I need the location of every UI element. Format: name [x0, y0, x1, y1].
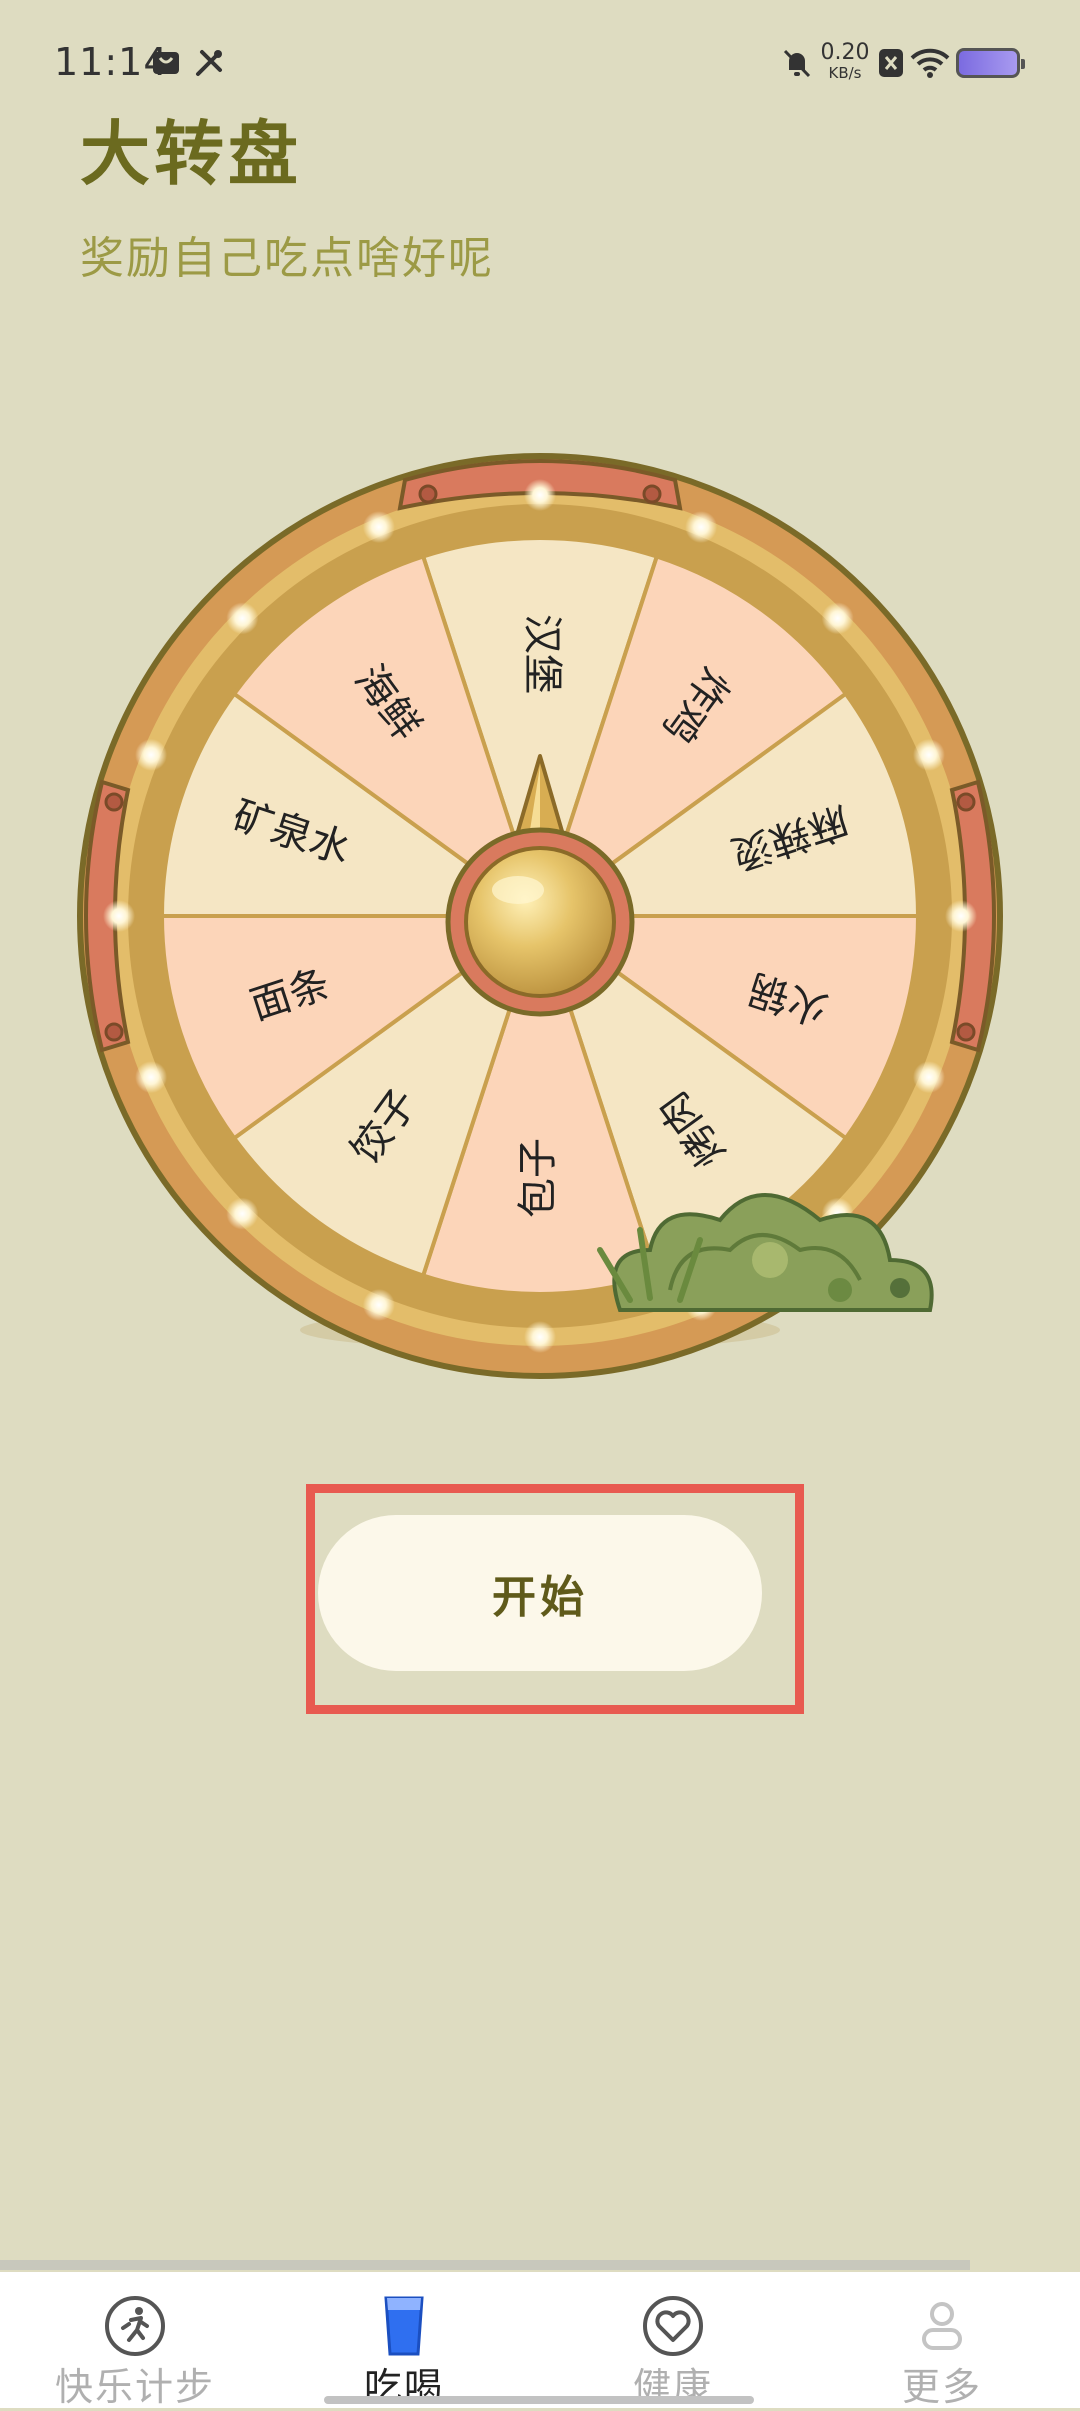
rim-light — [912, 738, 945, 771]
nav-item-more[interactable]: 更多 — [842, 2294, 1042, 2409]
no-sim-icon — [876, 46, 912, 80]
wheel-hub — [445, 827, 635, 1017]
wheel-segment-label: 包子 — [515, 1138, 561, 1218]
start-button[interactable]: 开始 — [318, 1515, 762, 1671]
rim-light — [945, 900, 977, 932]
rim-light — [103, 900, 135, 932]
page-subtitle: 奖励自己吃点啥好呢 — [80, 233, 494, 284]
prize-wheel-graphic: 汉堡炸鸡麻辣烫火锅烤肉包子饺子面条矿泉水海鲜 — [77, 453, 1003, 1379]
water-glass-icon — [372, 2294, 436, 2358]
bottom-nav: 快乐计步 吃喝 健康 更多 — [0, 2272, 1080, 2409]
tools-icon — [192, 46, 228, 80]
rim-light — [685, 511, 718, 544]
rim-light — [821, 602, 854, 635]
prize-wheel[interactable]: 汉堡 炸鸡 麻辣烫 火锅 烤肉 包子 饺子 面条 矿泉水 海鲜 — [40, 430, 1040, 1410]
rim-light — [135, 738, 168, 771]
net-speed: 0.20 KB/s — [820, 42, 870, 81]
page-title: 大转盘 — [80, 113, 302, 195]
rim-light — [912, 1061, 945, 1094]
nav-item-more-label: 更多 — [901, 2365, 982, 2409]
rim-light — [135, 1061, 168, 1094]
nav-item-steps-label: 快乐计步 — [54, 2365, 215, 2409]
rim-light — [524, 479, 556, 511]
rim-light — [226, 1197, 259, 1230]
nav-item-eat-drink[interactable]: 吃喝 — [304, 2294, 504, 2409]
mute-icon — [780, 46, 816, 80]
rim-light — [362, 511, 395, 544]
rim-light — [362, 1288, 395, 1321]
bag-icon — [150, 46, 186, 80]
rim-light — [524, 1321, 556, 1353]
nav-divider — [0, 2260, 970, 2270]
battery-icon — [956, 48, 1025, 78]
nav-item-health[interactable]: 健康 — [573, 2294, 773, 2409]
wifi-icon — [910, 46, 950, 80]
net-speed-unit: KB/s — [828, 64, 862, 82]
person-icon — [910, 2294, 974, 2358]
nav-item-steps[interactable]: 快乐计步 — [35, 2294, 235, 2409]
heart-icon — [641, 2294, 705, 2358]
running-icon — [103, 2294, 167, 2358]
net-speed-value: 0.20 — [820, 40, 870, 65]
home-indicator — [324, 2396, 754, 2404]
wheel-segment-label: 汉堡 — [519, 614, 565, 694]
rim-light — [226, 602, 259, 635]
